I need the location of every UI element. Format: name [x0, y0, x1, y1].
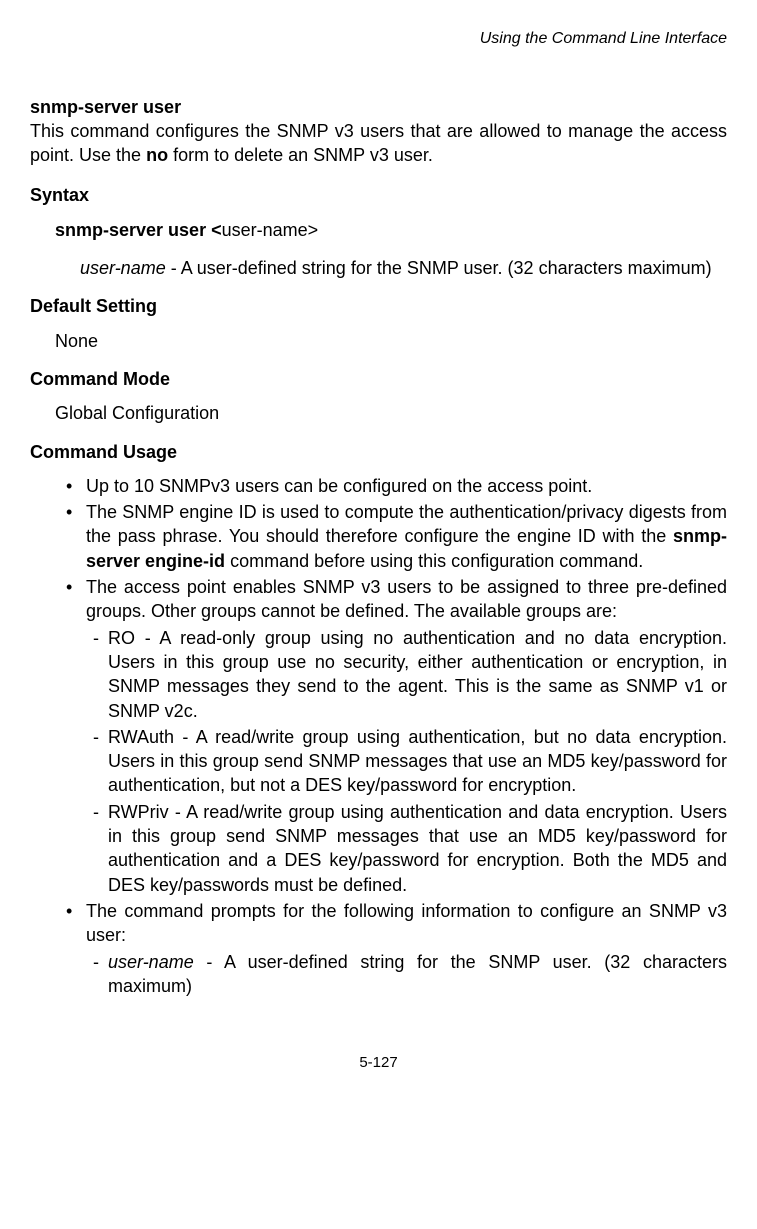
syntax-bold: snmp-server user <	[55, 220, 222, 240]
usage-item: The SNMP engine ID is used to compute th…	[86, 500, 727, 573]
syntax-rest: user-name>	[222, 220, 319, 240]
command-description: This command configures the SNMP v3 user…	[30, 119, 727, 168]
mode-value: Global Configuration	[55, 401, 727, 425]
mode-heading: Command Mode	[30, 367, 727, 391]
group-item-ro: RO - A read-only group using no authenti…	[108, 626, 727, 723]
usage-item: The command prompts for the following in…	[86, 899, 727, 998]
u3-text: The access point enables SNMP v3 users t…	[86, 577, 727, 621]
desc-bold-no: no	[146, 145, 168, 165]
desc-post: form to delete an SNMP v3 user.	[168, 145, 433, 165]
u4a-rest: - A user-defined string for the SNMP use…	[108, 952, 727, 996]
group-item-rwauth: RWAuth - A read/write group using authen…	[108, 725, 727, 798]
default-value: None	[55, 329, 727, 353]
u2-post: command before using this configuration …	[225, 551, 643, 571]
page-number: 5-127	[30, 1053, 727, 1073]
usage-list: Up to 10 SNMPv3 users can be configured …	[30, 474, 727, 998]
command-title: snmp-server user	[30, 95, 727, 119]
u2-pre: The SNMP engine ID is used to compute th…	[86, 502, 727, 546]
prompt-list: user-name - A user-defined string for th…	[86, 950, 727, 999]
running-header: Using the Command Line Interface	[30, 28, 727, 50]
prompt-item-username: user-name - A user-defined string for th…	[108, 950, 727, 999]
syntax-line: snmp-server user <user-name>	[55, 218, 727, 242]
syntax-param: user-name - A user-defined string for th…	[80, 256, 727, 280]
u4a-italic: user-name	[108, 952, 194, 972]
syntax-heading: Syntax	[30, 183, 727, 207]
param-desc: - A user-defined string for the SNMP use…	[166, 258, 712, 278]
u4-text: The command prompts for the following in…	[86, 901, 727, 945]
group-item-rwpriv: RWPriv - A read/write group using authen…	[108, 800, 727, 897]
default-heading: Default Setting	[30, 294, 727, 318]
usage-heading: Command Usage	[30, 440, 727, 464]
usage-item: The access point enables SNMP v3 users t…	[86, 575, 727, 897]
group-list: RO - A read-only group using no authenti…	[86, 626, 727, 897]
param-name: user-name	[80, 258, 166, 278]
usage-item: Up to 10 SNMPv3 users can be configured …	[86, 474, 727, 498]
